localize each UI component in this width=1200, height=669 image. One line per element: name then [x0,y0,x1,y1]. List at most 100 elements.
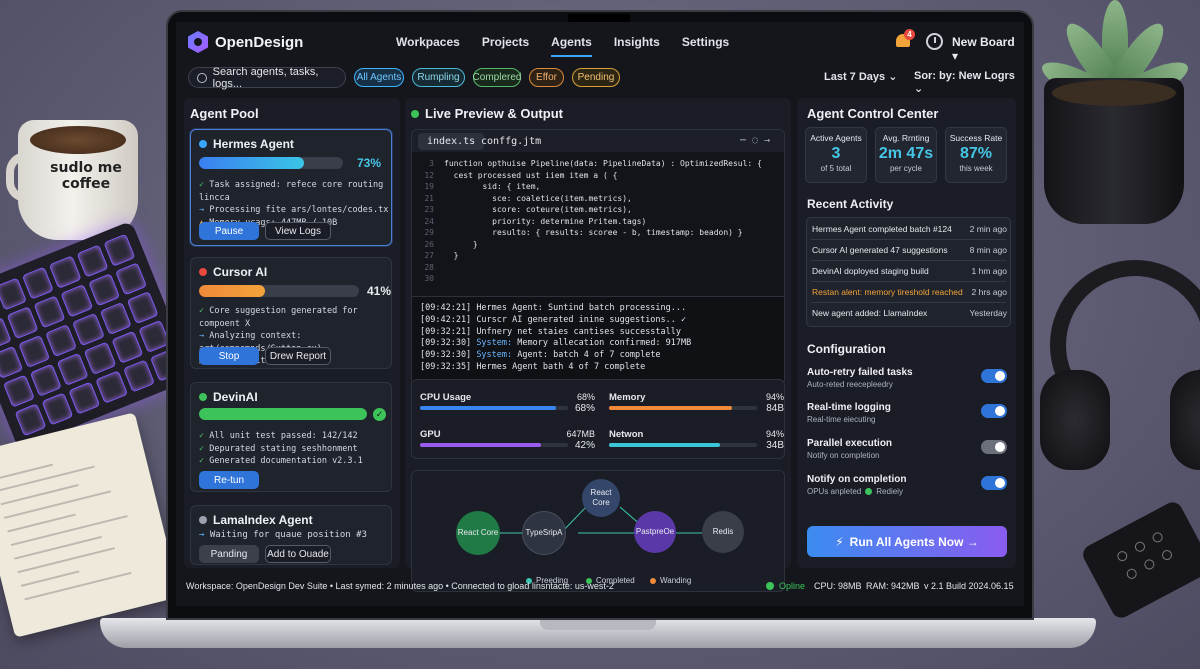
run-all-agents-button[interactable]: ⚡ Run All Agents Now → [807,526,1007,557]
preview-title: Live Preview & Output [425,106,563,121]
filter-chip-pending[interactable]: Pending [572,68,620,87]
status-dot [865,488,873,495]
control-title: Agent Control Center [807,106,939,121]
code-line: 28 [424,262,434,272]
laptop-base [100,618,1096,648]
realtime-logging-toggle[interactable] [981,404,1007,418]
divider [811,239,1006,240]
divider [811,260,1006,261]
auto-retry-toggle[interactable] [981,369,1007,383]
config-notify-completion: Notify on completion OPUs anpleted Rediei… [807,474,1007,496]
clock-icon[interactable] [926,33,943,50]
sort-dropdown[interactable]: Sor: by: New Logrs ⌄ [914,70,1024,95]
agent-percent: 41% [367,284,392,298]
nav-insights[interactable]: Insights [614,35,660,49]
notification-badge: 4 [904,29,915,40]
pending-button[interactable]: Panding [199,545,259,563]
code-line: 12 cest processed ust iiem item a ( { [424,170,618,180]
filter-chip-all-agents[interactable]: All Agents [354,68,404,87]
filter-chip-error[interactable]: Effor [529,68,564,87]
stat-avg-runtime: Avg. Rrnting 2m 47s per cycle [875,127,937,183]
code-line: 21 sce: coaletice(item.metrics), [424,193,632,203]
rerun-button[interactable]: Re-tun [199,471,259,489]
app-logo[interactable]: OpenDesign [188,31,303,53]
lightning-icon: ⚡ [835,534,844,549]
status-dot [199,516,207,524]
add-to-queue-button[interactable]: Add to Ouade [265,545,331,563]
nav-settings[interactable]: Settings [682,35,729,49]
divider [811,302,1006,303]
graph-node-redis[interactable]: Redis [702,511,744,553]
online-status: Opline [766,581,805,591]
notify-completion-toggle[interactable] [981,476,1007,490]
agent-progress-bar [199,285,359,297]
notifications-bell-icon[interactable]: 4 [896,29,915,49]
stat-active-agents: Active Agents 3 of 5 total [805,127,867,183]
agent-name: DevinAI [213,390,258,404]
logo-icon [188,31,208,53]
activity-item[interactable]: DevinAI doployed staging build 1 hm ago [812,266,1007,276]
resource-metrics: CPU Usage 68% 68% Memory 94% 84B GPU 647MB 42%… [411,379,785,459]
config-auto-retry: Auto-retry failed tasks Auto-reted reecep… [807,367,1007,389]
console-line: [09:42:21] Hermes Agent: Suntind batch p… [420,303,687,313]
status-bar: Workspace: OpenDesign Dev Suite • Last s… [176,576,1024,598]
activity-item[interactable]: Hermes Agent completed batch #124 2 min a… [812,224,1007,234]
new-board-dropdown[interactable]: New Board ▾ [952,35,1024,63]
stat-success-rate: Success Rate 87% this week [945,127,1007,183]
pause-button[interactable]: Pause [199,222,259,240]
agent-card-cursor[interactable]: Cursor AI 41% ✓ Core suggestion generate… [190,257,392,369]
agent-card-hermes[interactable]: Hermes Agent 73% ✓ Task assigned: refece… [190,129,392,246]
agent-pool-panel: Agent Pool Hermes Agent 73% ✓ Task assig… [184,98,400,568]
graph-node-react-core[interactable]: React Core [456,511,500,555]
main-nav: Workpaces Projects Agents Insights Setti… [396,35,751,57]
app-screen: OpenDesign Workpaces Projects Agents Ins… [176,22,1024,606]
code-line: 27 } [424,251,459,260]
view-logs-button[interactable]: View Logs [265,222,331,240]
online-dot-icon [766,582,774,590]
graph-node-react-core-top[interactable]: React Core [582,479,620,517]
console-line: [09:32:30] System: Memory allecation con… [420,338,692,349]
tab-config[interactable]: conffg.jtm [472,133,550,150]
activity-item[interactable]: Cursor AI generated 47 suggestions 8 min … [812,245,1007,255]
filter-chip-running[interactable]: Rumpling [412,68,465,87]
nav-projects[interactable]: Projects [482,35,529,49]
agent-name: Hermes Agent [213,137,294,151]
code-line: 29 resulto: { results: scoree - b, times… [424,228,743,237]
code-editor[interactable]: index.ts conffg.jtm ⋯◌→ 3 function opthui… [411,129,785,385]
agent-log: ✓ All unit test passed: 142/142 ✓ Depura… [199,431,363,466]
agent-pool-title: Agent Pool [190,106,259,121]
nav-agents[interactable]: Agents [551,35,592,57]
stop-button[interactable]: Stop [199,347,259,365]
search-icon [197,72,207,83]
build-version: v 2.1 Build 2024.06.15 [924,581,1014,591]
code-line: 23 score: coteure(item.metrics), [424,205,632,214]
graph-node-postgres[interactable]: PastpreOe [634,511,676,553]
agent-card-devin[interactable]: DevinAI ✓ ✓ All unit test passed: 142/14… [190,382,392,492]
filter-chip-completed[interactable]: Complered [473,68,521,87]
code-line: 24 priority: determine Pritem.tags) [424,216,647,226]
nav-workspaces[interactable]: Workpaces [396,35,460,49]
config-realtime-logging: Real-time logging Real-time eiecuting [807,402,1007,424]
potted-plant [1030,0,1200,230]
search-placeholder: Search agents, tasks, logs... [212,65,319,90]
activity-item[interactable]: New agent added: LlamaIndex Yesterday [812,308,1007,318]
workspace-status: Workspace: OpenDesign Dev Suite • Last s… [186,581,614,591]
code-line: 30 [424,274,434,283]
check-circle-icon: ✓ [373,408,386,421]
status-dot [199,393,207,401]
usb-hub [1079,498,1200,622]
agent-name: Cursor AI [213,265,268,279]
draw-report-button[interactable]: Drew Report [265,347,331,365]
agent-name: LamaIndex Agent [213,513,313,527]
parallel-execution-toggle[interactable] [981,440,1007,454]
code-lines: 3 function opthuise Pipeline(data: Pipeli… [412,158,784,285]
ram-status: RAM: 942MB [866,581,920,591]
agent-card-lamaindex[interactable]: LamaIndex Agent → Waiting for quaue posi… [190,505,392,565]
configuration-title: Configuration [807,342,886,356]
editor-actions-icon[interactable]: ⋯◌→ [740,135,776,146]
cpu-status: CPU: 98MB [814,581,862,591]
graph-node-typescript[interactable]: TypeSripA [522,511,566,555]
date-range-dropdown[interactable]: Last 7 Days ⌄ [824,70,897,83]
activity-item[interactable]: Restan alent: memory tireshold reached 2 … [812,287,1007,297]
search-input[interactable]: Search agents, tasks, logs... [188,65,346,90]
